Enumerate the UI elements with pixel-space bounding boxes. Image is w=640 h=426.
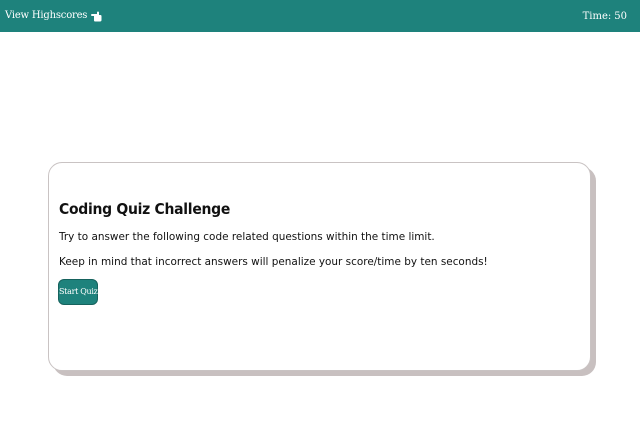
quiz-intro-card: Coding Quiz Challenge Try to answer the … bbox=[48, 162, 591, 371]
top-bar: View Highscores Time: 50 bbox=[0, 0, 640, 32]
start-quiz-button[interactable]: Start Quiz bbox=[58, 279, 98, 305]
page-title: Coding Quiz Challenge bbox=[59, 200, 231, 218]
penalty-warning-text: Keep in mind that incorrect answers will… bbox=[59, 255, 488, 268]
pointing-hand-icon bbox=[90, 10, 102, 22]
timer-label: Time: bbox=[582, 11, 612, 22]
timer-value: 50 bbox=[614, 11, 627, 22]
view-highscores-label: View Highscores bbox=[5, 10, 88, 21]
view-highscores-link[interactable]: View Highscores bbox=[5, 9, 102, 23]
timer: Time: 50 bbox=[583, 11, 627, 23]
instructions-text: Try to answer the following code related… bbox=[59, 230, 435, 243]
